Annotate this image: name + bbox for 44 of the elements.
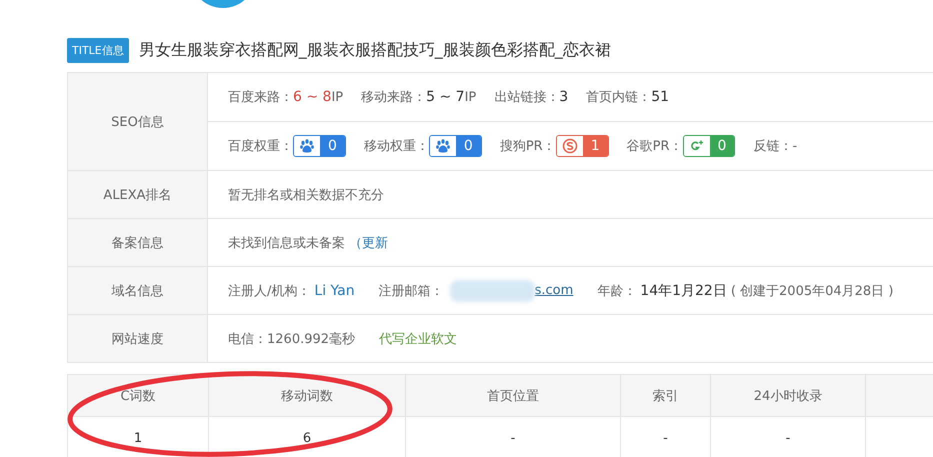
rank-label: 搜狗PR： [500, 138, 556, 155]
email-link[interactable]: s.com [534, 283, 574, 298]
created-text: ( 创建于2005年04月28日 ) [730, 282, 894, 300]
rank-badge: 0 [293, 135, 346, 157]
row-label: ALEXA排名 [67, 171, 208, 219]
rank-badge: 1 [556, 135, 609, 157]
registrant-link[interactable]: Li Yan [314, 282, 355, 298]
paw-icon [299, 138, 315, 154]
title-badge: TITLE信息 [67, 38, 129, 62]
table-cell: - [621, 417, 711, 457]
row-label: 备案信息 [67, 219, 208, 267]
row-label: SEO信息 [67, 73, 208, 171]
paw-icon [434, 138, 451, 154]
row-label: 域名信息 [67, 267, 208, 315]
registrant-label: 注册人/机构： [228, 282, 310, 300]
age-label: 年龄： [597, 282, 636, 300]
row-label: 网站速度 [67, 315, 208, 363]
rank-label: 移动权重： [364, 138, 429, 155]
table-cell: 6 [209, 417, 406, 457]
stat-text: 首页内链：51 [586, 88, 670, 106]
rank-label: 反链：- [753, 138, 798, 155]
rank-badge: 0 [682, 135, 736, 157]
rank-label: 百度权重： [228, 138, 293, 155]
icp-text: 未找到信息或未备案 [228, 234, 345, 252]
speed-text: 电信：1260.992毫秒 [228, 330, 356, 348]
site-title: 男女生服装穿衣搭配网_服装衣服搭配技巧_服装颜色彩搭配_恋衣裙 [138, 40, 611, 60]
column-header: 24小时收录 [711, 375, 866, 417]
email-label: 注册邮箱： [378, 282, 444, 300]
stat-text: 百度来路：6 ~ 8IP [228, 88, 344, 106]
age-text: 14年1月22日 [640, 282, 727, 300]
alexa-text: 暂无排名或相关数据不充分 [228, 186, 384, 204]
column-header: 移动词数 [209, 375, 406, 417]
rank-label: 谷歌PR： [626, 138, 683, 155]
rank-badge: 0 [428, 135, 482, 157]
table-cell: - [406, 417, 621, 457]
stat-text: 移动来路：5 ~ 7IP [361, 88, 476, 106]
ad-link[interactable]: 代写企业软文 [379, 330, 458, 348]
stat-text: 出站链接：3 [494, 88, 568, 106]
table-cell: - [711, 417, 866, 457]
s-circle-icon [562, 138, 578, 154]
column-header: 索引 [621, 375, 711, 417]
table-cell: 1 [68, 417, 209, 457]
column-header: 首页位置 [406, 375, 621, 417]
refresh-link[interactable]: （更新 [349, 234, 388, 252]
